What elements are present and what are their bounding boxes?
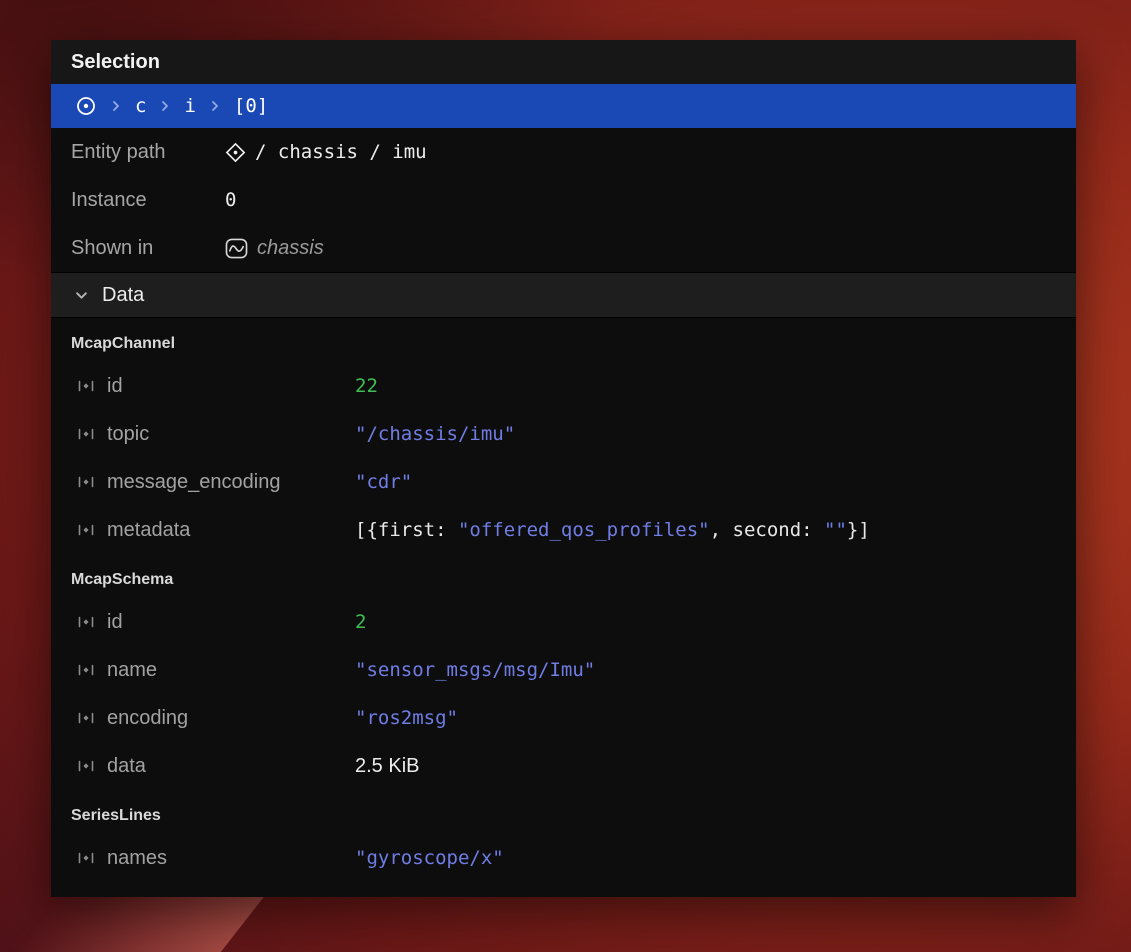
- component-value: 2.5 KiB: [355, 755, 419, 778]
- component-label: id: [107, 375, 355, 398]
- component-label: message_encoding: [107, 471, 355, 494]
- breadcrumb: c i [0]: [51, 84, 1076, 128]
- panel-title: Selection: [71, 51, 160, 74]
- component-icon: [78, 663, 96, 677]
- data-section-title: Data: [102, 284, 144, 307]
- shown-in-label: Shown in: [71, 237, 225, 260]
- component-icon: [78, 523, 96, 537]
- value-fragment: [{first:: [355, 519, 458, 541]
- component-icon: [78, 427, 96, 441]
- entity-icon: [225, 142, 246, 163]
- component-label: id: [107, 611, 355, 634]
- selection-panel: Selection c i [0] Entity path / chassis …: [51, 40, 1076, 897]
- breadcrumb-item-instance[interactable]: [0]: [234, 95, 268, 117]
- data-row-schema-encoding[interactable]: encoding "ros2msg": [51, 694, 1076, 742]
- component-icon: [78, 475, 96, 489]
- value-fragment: "": [824, 519, 847, 541]
- component-label: name: [107, 659, 355, 682]
- chevron-right-icon: [159, 100, 171, 112]
- chevron-down-icon: [75, 289, 88, 302]
- component-value: "/chassis/imu": [355, 423, 515, 445]
- data-row-schema-data[interactable]: data 2.5 KiB: [51, 742, 1076, 790]
- component-value: "sensor_msgs/msg/Imu": [355, 659, 595, 681]
- data-row-names[interactable]: names "gyroscope/x": [51, 834, 1076, 882]
- chevron-right-icon: [110, 100, 122, 112]
- entity-path-label: Entity path: [71, 141, 225, 164]
- breadcrumb-item[interactable]: i: [184, 95, 195, 117]
- entity-path-row: Entity path / chassis / imu: [51, 128, 1076, 176]
- breadcrumb-item[interactable]: c: [135, 95, 146, 117]
- shown-in-row: Shown in chassis: [51, 224, 1076, 272]
- shown-in-value[interactable]: chassis: [257, 237, 324, 260]
- entity-path-value[interactable]: / chassis / imu: [255, 141, 427, 163]
- component-label: topic: [107, 423, 355, 446]
- data-row-schema-name[interactable]: name "sensor_msgs/msg/Imu": [51, 646, 1076, 694]
- value-fragment: }]: [847, 519, 870, 541]
- instance-label: Instance: [71, 189, 225, 212]
- value-fragment: , second:: [710, 519, 824, 541]
- component-icon: [78, 851, 96, 865]
- component-value: "cdr": [355, 471, 412, 493]
- component-label: data: [107, 755, 355, 778]
- data-row-id[interactable]: id 22: [51, 362, 1076, 410]
- component-icon: [78, 711, 96, 725]
- component-value: 22: [355, 375, 378, 397]
- component-value: [{first: "offered_qos_profiles", second:…: [355, 519, 870, 541]
- plot-icon: [225, 238, 248, 259]
- component-icon: [78, 615, 96, 629]
- component-icon: [78, 759, 96, 773]
- group-header-serieslines: SeriesLines: [51, 790, 1076, 834]
- component-label: encoding: [107, 707, 355, 730]
- group-header-mcapchannel: McapChannel: [51, 318, 1076, 362]
- data-row-metadata[interactable]: metadata [{first: "offered_qos_profiles"…: [51, 506, 1076, 554]
- target-icon[interactable]: [75, 95, 97, 117]
- value-fragment: "offered_qos_profiles": [458, 519, 710, 541]
- data-section-header[interactable]: Data: [51, 272, 1076, 318]
- component-value: "gyroscope/x": [355, 847, 504, 869]
- component-value: 2: [355, 611, 366, 633]
- chevron-right-icon: [209, 100, 221, 112]
- data-row-schema-id[interactable]: id 2: [51, 598, 1076, 646]
- data-row-message-encoding[interactable]: message_encoding "cdr": [51, 458, 1076, 506]
- panel-title-bar: Selection: [51, 40, 1076, 84]
- data-body: McapChannel id 22 topic "/chassis/imu" m…: [51, 318, 1076, 897]
- group-header-mcapschema: McapSchema: [51, 554, 1076, 598]
- component-icon: [78, 379, 96, 393]
- component-value: "ros2msg": [355, 707, 458, 729]
- data-row-topic[interactable]: topic "/chassis/imu": [51, 410, 1076, 458]
- component-label: names: [107, 847, 355, 870]
- instance-row: Instance 0: [51, 176, 1076, 224]
- component-label: metadata: [107, 519, 355, 542]
- instance-value: 0: [225, 189, 236, 211]
